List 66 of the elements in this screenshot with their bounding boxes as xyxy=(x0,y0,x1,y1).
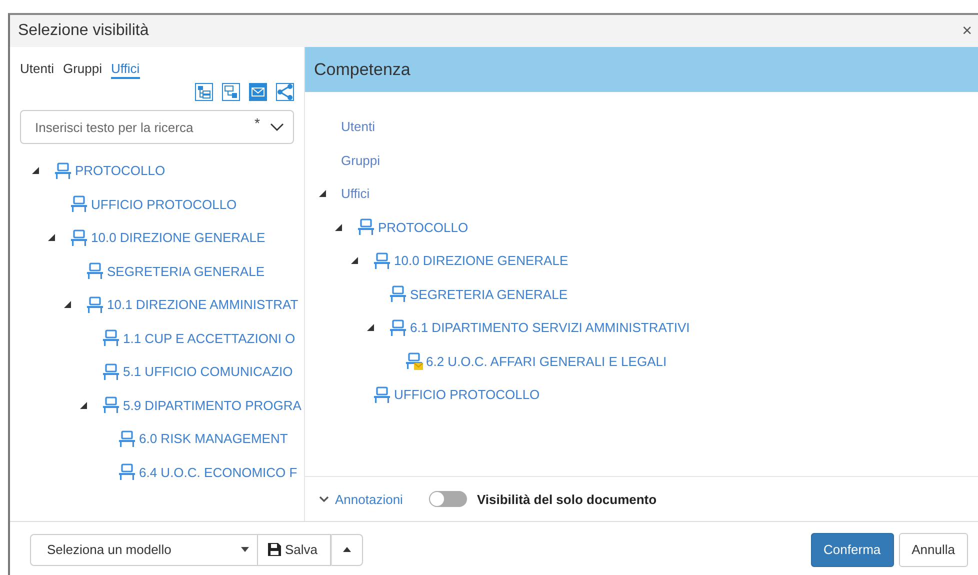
chevron-down-icon[interactable] xyxy=(270,123,284,131)
desk-icon xyxy=(118,430,136,448)
desk-icon xyxy=(70,195,88,214)
cancel-button[interactable]: Annulla xyxy=(898,532,968,566)
collapse-icon[interactable] xyxy=(367,324,374,332)
tree-item[interactable]: 10.1 DIREZIONE AMMINISTRAT xyxy=(107,297,298,312)
toggle-label: Visibilità del solo documento xyxy=(476,492,657,506)
save-button[interactable]: Salva xyxy=(258,534,331,566)
desk-icon xyxy=(389,285,407,304)
tree-item[interactable]: Gruppi xyxy=(341,152,380,168)
tree-collapse-icon[interactable] xyxy=(222,83,240,101)
tree-item[interactable]: SEGRETERIA GENERALE xyxy=(107,264,264,279)
desk-icon xyxy=(86,296,104,314)
panel-title: Competenza xyxy=(314,60,410,80)
chevron-down-icon[interactable] xyxy=(319,496,329,502)
collapse-icon[interactable] xyxy=(351,257,358,264)
caret-icon xyxy=(241,547,249,552)
tree-item[interactable]: 6.1 DIPARTIMENTO SERVIZI AMMINISTRATIVI xyxy=(410,320,690,336)
floppy-icon xyxy=(268,543,281,556)
collapse-icon[interactable] xyxy=(80,402,87,409)
tree-item[interactable]: Uffici xyxy=(341,186,370,202)
tab[interactable]: Gruppi xyxy=(62,61,102,79)
tree-item[interactable]: PROTOCOLLO xyxy=(378,220,468,235)
desk-icon xyxy=(118,463,136,482)
desk-icon xyxy=(357,218,375,236)
model-select[interactable]: Seleziona un modello xyxy=(30,534,258,566)
desk-icon xyxy=(373,386,391,404)
tree-item[interactable]: 6.4 U.O.C. ECONOMICO F xyxy=(139,464,298,480)
tab[interactable]: Uffici xyxy=(111,61,140,79)
collapse-icon[interactable] xyxy=(64,301,71,308)
mail-icon[interactable] xyxy=(249,83,267,101)
desk-icon xyxy=(102,362,120,381)
collapse-icon[interactable] xyxy=(32,167,39,174)
tree-item[interactable]: 6.0 RISK MANAGEMENT xyxy=(139,431,288,446)
caret-up-icon xyxy=(342,547,351,552)
tree-item[interactable]: 5.9 DIPARTIMENTO PROGRA xyxy=(123,398,302,413)
tree-item[interactable]: SEGRETERIA GENERALE xyxy=(410,286,568,302)
tree-item[interactable]: Utenti xyxy=(341,119,375,134)
desk-icon xyxy=(54,162,72,180)
tree-item[interactable]: PROTOCOLLO xyxy=(75,163,166,178)
tree-item[interactable]: UFFICIO PROTOCOLLO xyxy=(394,387,540,402)
desk-icon xyxy=(102,396,120,414)
window-title: Selezione visibilità xyxy=(18,22,150,40)
tree-item[interactable]: 10.0 DIREZIONE GENERALE xyxy=(394,253,568,268)
desk-icon xyxy=(373,252,391,270)
tree-item[interactable]: UFFICIO PROTOCOLLO xyxy=(91,196,237,212)
toggle-switch[interactable] xyxy=(428,491,467,507)
confirm-button[interactable]: Conferma xyxy=(810,532,894,566)
tree-item[interactable]: 10.0 DIREZIONE GENERALE xyxy=(91,230,266,246)
collapse-icon[interactable] xyxy=(48,234,55,242)
tree-expand-icon[interactable] xyxy=(195,83,213,101)
share-icon[interactable] xyxy=(276,83,294,101)
desk-icon xyxy=(102,329,120,348)
tab[interactable]: Utenti xyxy=(20,61,54,79)
wildcard-symbol: * xyxy=(254,115,260,131)
close-button[interactable]: × xyxy=(960,21,974,41)
desk-mail-icon xyxy=(405,352,423,370)
tree-item[interactable]: 5.1 UFFICIO COMUNICAZIO xyxy=(123,364,293,380)
tree-item[interactable]: 6.2 U.O.C. AFFARI GENERALI E LEGALI xyxy=(426,354,667,369)
collapse-icon[interactable] xyxy=(319,190,326,198)
desk-icon xyxy=(86,262,104,280)
annotations-link[interactable]: Annotazioni xyxy=(335,492,403,506)
tree-item[interactable]: 1.1 CUP E ACCETTAZIONI O xyxy=(123,330,296,346)
desk-icon xyxy=(70,228,88,247)
desk-icon xyxy=(389,318,407,337)
collapse-icon[interactable] xyxy=(335,224,342,231)
